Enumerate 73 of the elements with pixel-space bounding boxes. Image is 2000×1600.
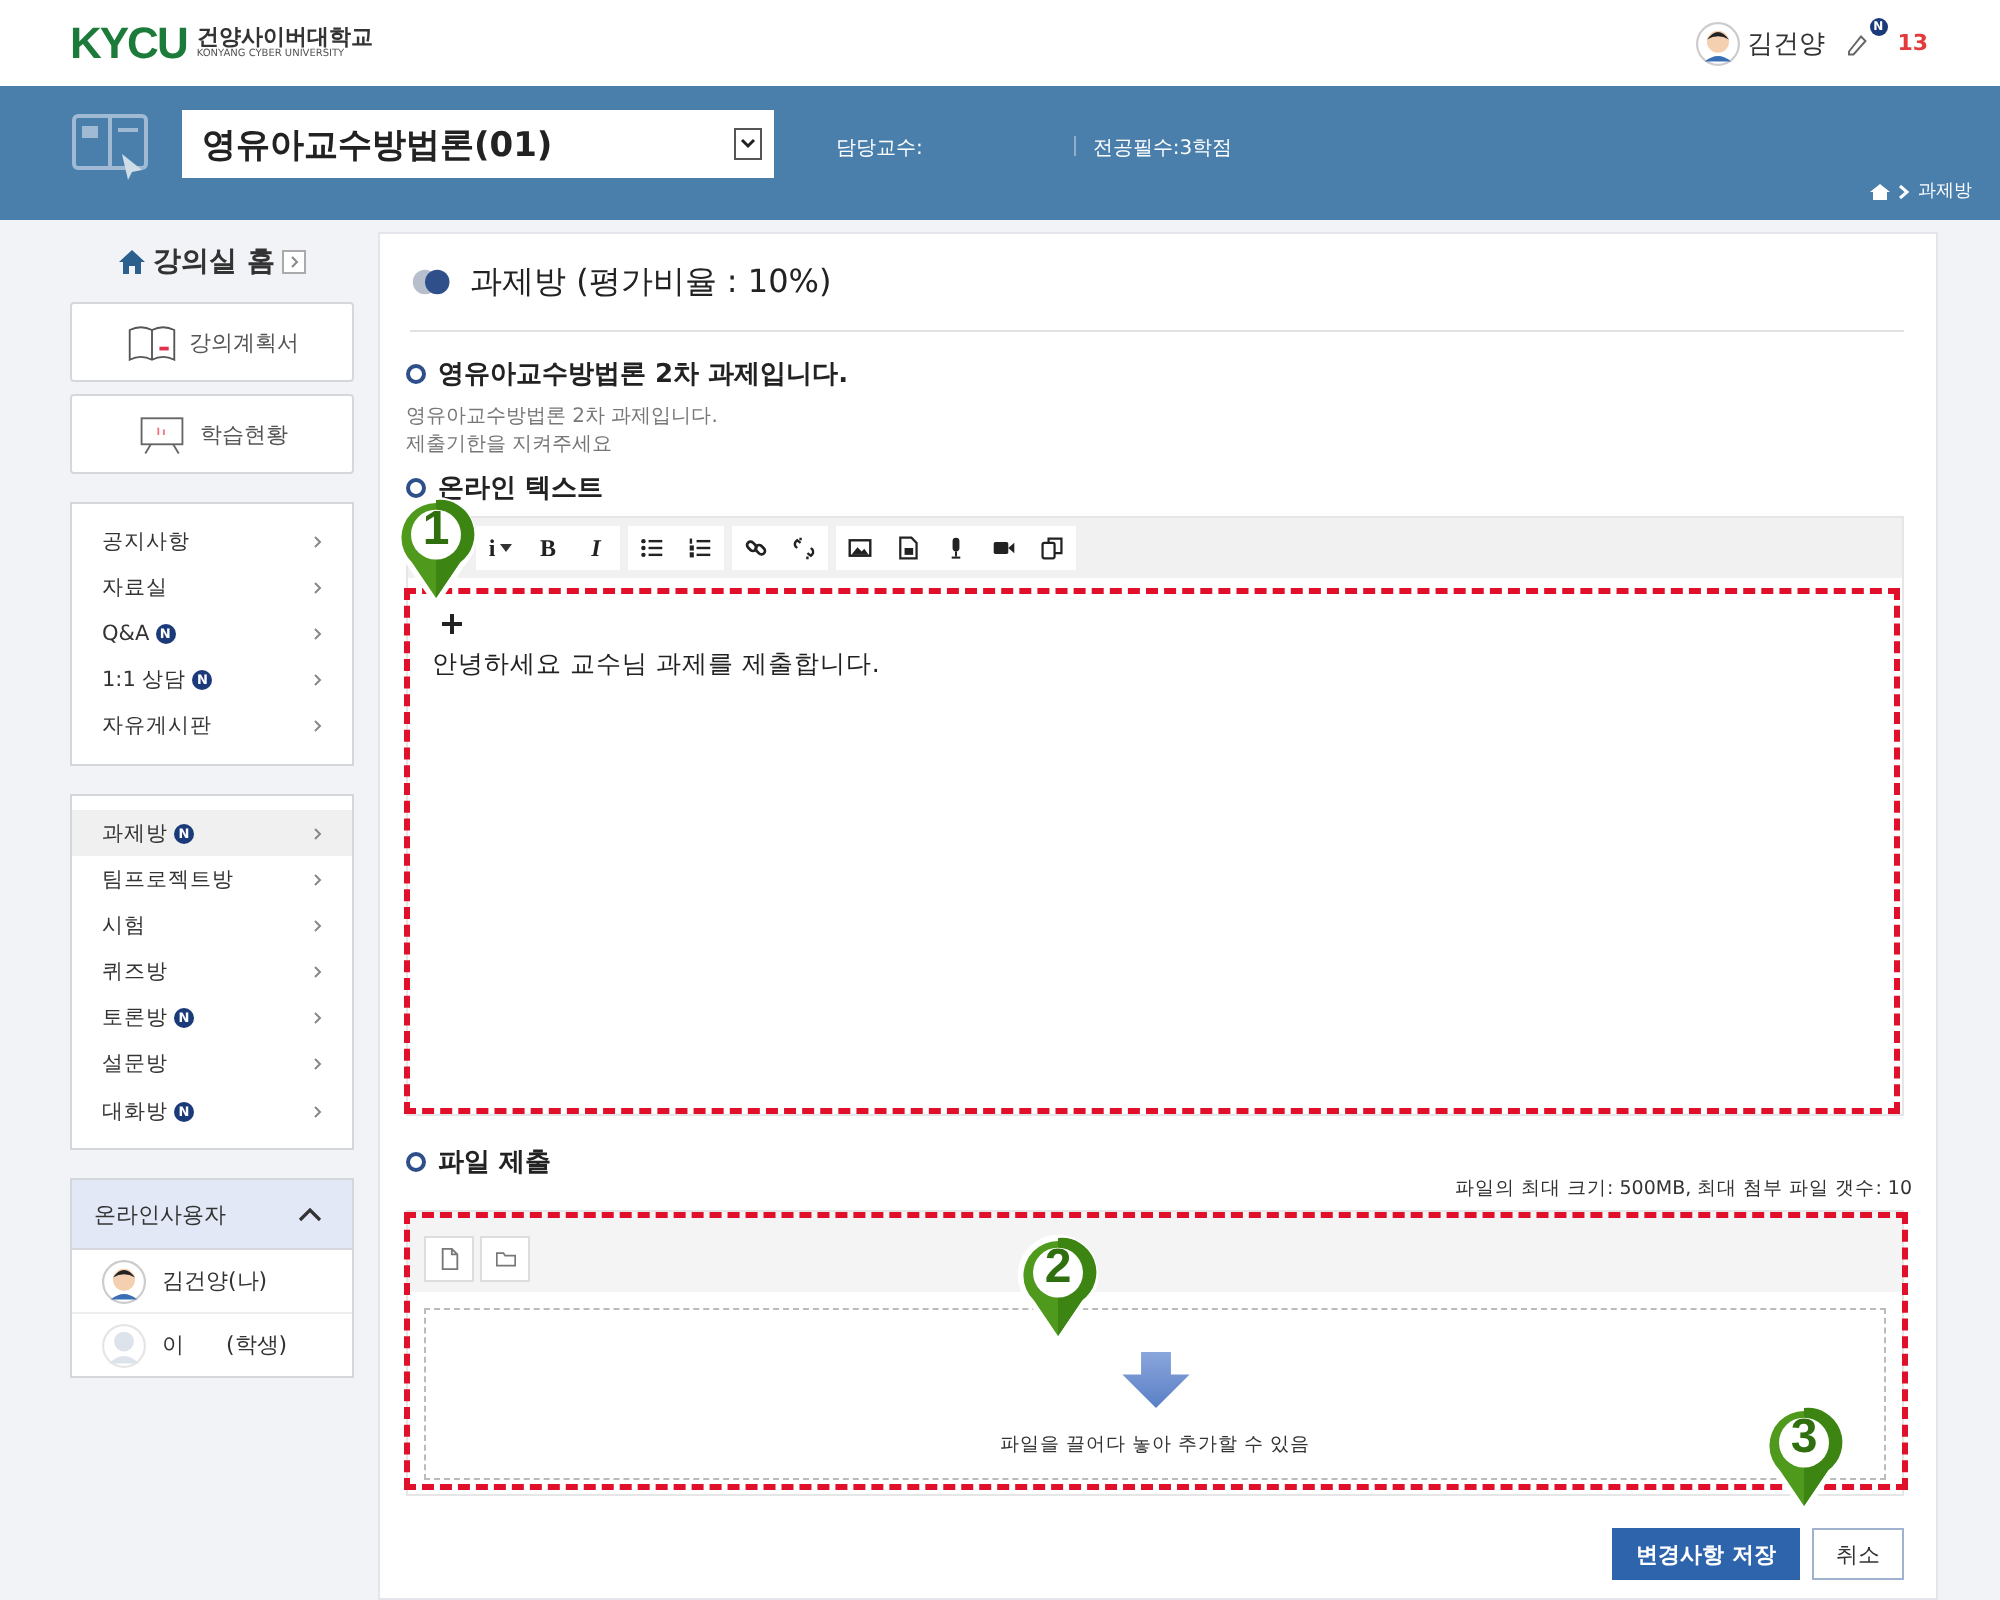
- person-silhouette-icon: [102, 1323, 146, 1368]
- drop-hint: 파일을 끌어다 놓아 추가할 수 있음: [999, 1432, 1311, 1458]
- online-user-name: 김건양(나): [162, 1266, 268, 1297]
- sidebar-menu-item[interactable]: 공지사항: [72, 518, 352, 565]
- dropdown-caret-icon[interactable]: [734, 128, 762, 160]
- chevron-icon: [314, 535, 322, 548]
- sidebar-button[interactable]: 강의계획서: [70, 302, 354, 382]
- section-title: 온라인 텍스트: [438, 472, 604, 506]
- course-select[interactable]: 영유아교수방법론(01): [182, 110, 774, 178]
- create-folder-button[interactable]: [480, 1235, 530, 1281]
- university-name: 건양사이버대학교: [196, 26, 373, 48]
- book-icon: [70, 110, 150, 182]
- online-user-name: 이 (학생): [162, 1330, 288, 1361]
- user-name[interactable]: 김건양: [1747, 25, 1826, 61]
- folder-icon: [495, 1247, 515, 1269]
- sidebar-menu-item[interactable]: 시험: [72, 902, 352, 949]
- expand-icon[interactable]: [282, 250, 307, 274]
- avatar-icon[interactable]: [1695, 21, 1740, 65]
- answer-text-field[interactable]: 안녕하세요 교수님 과제를 제출합니다.: [432, 648, 1878, 682]
- professor-label: 담당교수:: [836, 136, 923, 162]
- logo-mark: KYCU: [70, 17, 187, 69]
- move-handle-icon[interactable]: [442, 614, 462, 634]
- section-title: 파일 제출: [438, 1146, 552, 1180]
- breadcrumb-item[interactable]: 과제방: [1918, 178, 1972, 204]
- assignment-title: 영유아교수방법론 2차 과제입니다.: [438, 358, 849, 392]
- add-file-button[interactable]: [424, 1235, 474, 1281]
- home-icon: [117, 248, 146, 276]
- save-button[interactable]: 변경사항 저장: [1612, 1528, 1800, 1580]
- file-icon: [439, 1247, 459, 1269]
- image-icon: [848, 536, 872, 560]
- cancel-button[interactable]: 취소: [1812, 1528, 1904, 1580]
- chevron-icon: [314, 1058, 322, 1071]
- chevron-icon: [1898, 183, 1910, 199]
- chevron-icon: [314, 674, 322, 687]
- caret-icon: [499, 544, 512, 552]
- avatar-icon: [102, 1259, 146, 1304]
- page-title: 과제방 (평가비율 : 10%): [470, 261, 832, 303]
- circles-icon: [410, 268, 454, 296]
- file-limit-note: 파일의 최대 크기: 500MB, 최대 첨부 파일 갯수: 10: [1452, 1176, 1912, 1202]
- home-icon[interactable]: [1870, 181, 1890, 201]
- chevron-icon: [314, 873, 322, 886]
- sidebar-menu-item[interactable]: 자유게시판: [72, 703, 352, 750]
- chevron-icon: [314, 627, 322, 640]
- document-icon: [896, 536, 920, 560]
- chevron-icon: [314, 581, 322, 594]
- easel-icon: [136, 413, 188, 455]
- chevron-icon: [314, 1012, 322, 1025]
- numbered-list-icon: [688, 536, 712, 560]
- sidebar-menu-item[interactable]: 자료실: [72, 564, 352, 611]
- chevron-icon: [314, 827, 322, 840]
- link-icon: [744, 536, 768, 560]
- credit-label: 전공필수:3학점: [1092, 136, 1233, 162]
- copy-icon: [1040, 536, 1064, 560]
- chevron-icon: [314, 720, 322, 733]
- bulleted-list-icon: [640, 536, 664, 560]
- bullet-icon: [406, 364, 426, 384]
- sidebar-menu-item[interactable]: 팀프로젝트방: [72, 856, 352, 903]
- sidebar-menu-item[interactable]: 설문방: [72, 1041, 352, 1089]
- sidebar-menu-item[interactable]: 퀴즈방: [72, 949, 352, 996]
- assignment-description: 영유아교수방법론 2차 과제입니다. 제출기한을 지켜주세요: [406, 404, 720, 458]
- sidebar-button[interactable]: 학습현황: [70, 394, 354, 474]
- chevron-icon: [314, 1105, 322, 1118]
- online-users-title: 온라인사용자: [94, 1199, 226, 1230]
- collapse-icon[interactable]: [298, 1206, 322, 1223]
- broken-link-icon: [792, 536, 816, 560]
- video-camera-icon: [992, 536, 1016, 560]
- bullet-icon: [406, 1152, 426, 1172]
- classroom-home-link[interactable]: 강의실 홈: [153, 244, 275, 280]
- chevron-icon: [314, 919, 322, 932]
- book-icon: [125, 321, 177, 363]
- notification-count: 13: [1897, 30, 1928, 56]
- chevron-icon: [314, 966, 322, 979]
- down-arrow-icon: [1119, 1352, 1191, 1408]
